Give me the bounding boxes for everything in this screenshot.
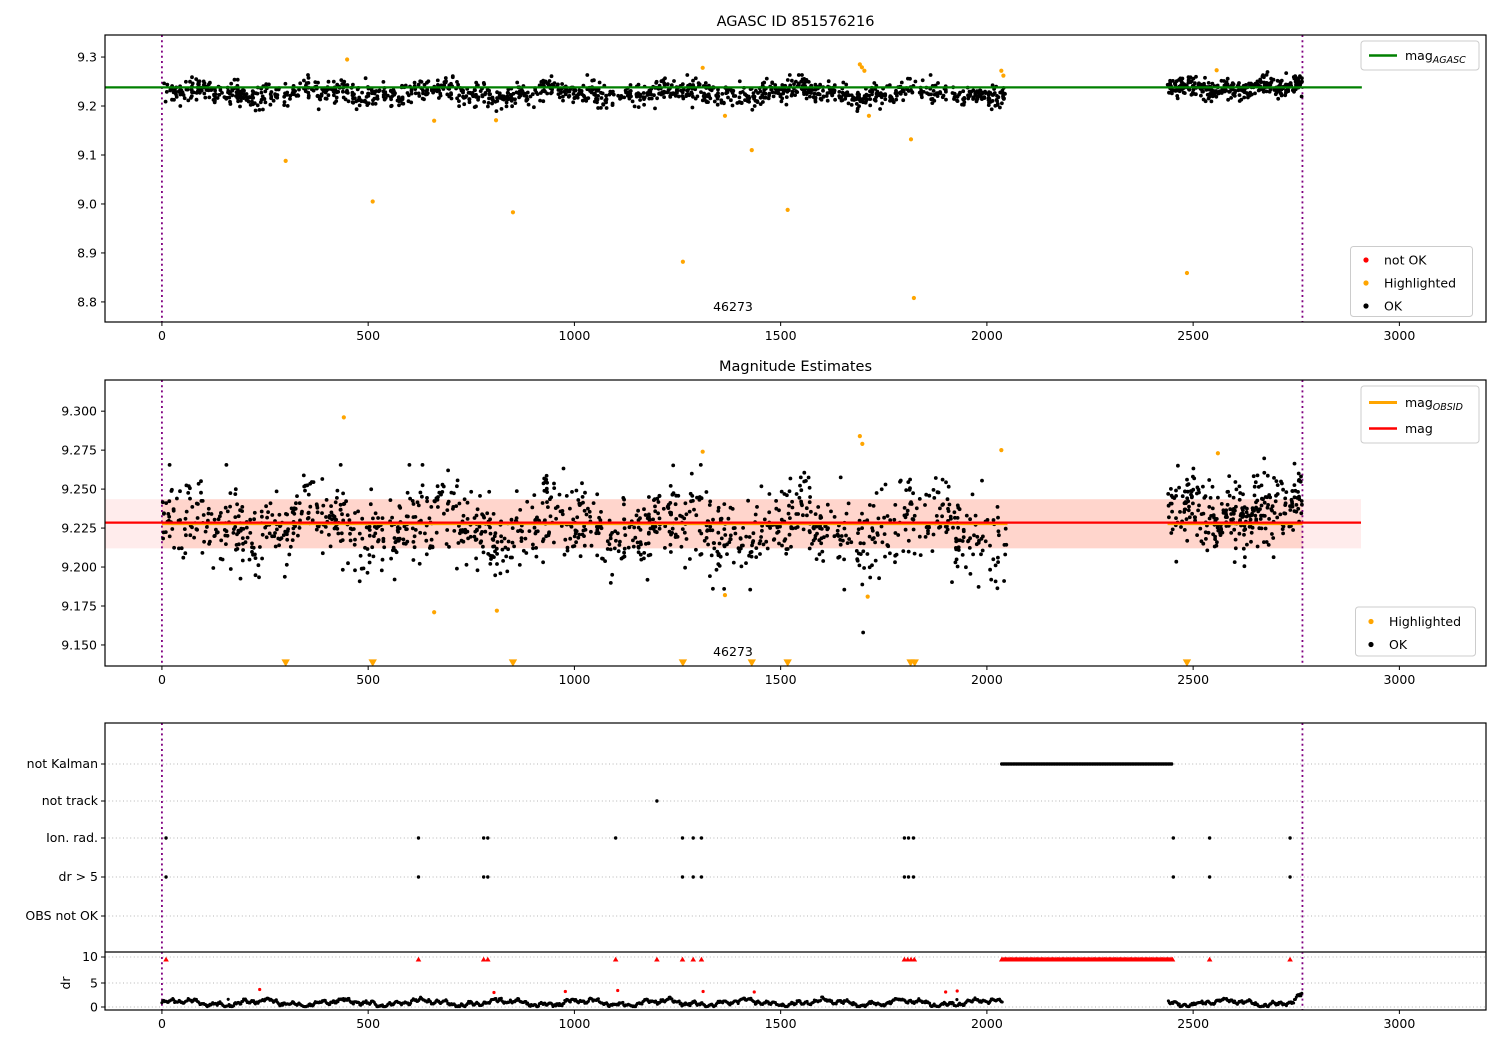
top-plot-title: AGASC ID 851576216 [717,14,875,30]
svg-text:2000: 2000 [971,1016,1003,1031]
middle-plot: 0 500 1000 1500 2000 2500 3000 9.150 9.175 9.200 9… [61,379,1487,687]
svg-text:3000: 3000 [1383,1016,1415,1031]
svg-text:1500: 1500 [765,1016,797,1031]
svg-text:1000: 1000 [559,1016,591,1031]
legend-label-ok: OK [1389,637,1408,652]
legend-label-highlighted: Highlighted [1384,276,1456,291]
svg-text:9.225: 9.225 [61,521,97,536]
svg-text:0: 0 [158,328,166,343]
figure: 0 500 1000 1500 2000 2500 3000 8.8 8.9 9.0 9.1 9.2 9… [0,0,1500,1050]
svg-text:0: 0 [158,1016,166,1031]
bottom-category-labels: not Kalman not track Ion. rad. dr > 5 OB… [25,756,98,1015]
svg-text:2000: 2000 [971,672,1003,687]
svg-text:8.9: 8.9 [77,245,97,260]
svg-text:9.250: 9.250 [61,482,97,497]
legend-label-not-ok: not OK [1384,253,1427,268]
category-obs-not-ok: OBS not OK [25,908,98,923]
dr-axis-label: dr [58,976,73,990]
svg-text:500: 500 [356,1016,380,1031]
svg-text:9.175: 9.175 [61,598,97,613]
svg-text:1000: 1000 [559,672,591,687]
top-plot: 0 500 1000 1500 2000 2500 3000 8.8 8.9 9.0 9.1 9.2 9… [77,34,1487,343]
svg-text:1500: 1500 [765,328,797,343]
category-dr-gt-5: dr > 5 [59,869,98,884]
middle-plot-title: Magnitude Estimates [719,359,872,375]
svg-text:9.0: 9.0 [77,196,97,211]
svg-text:3000: 3000 [1383,328,1415,343]
chart-canvas: 0 500 1000 1500 2000 2500 30008.88.99.09.19.29… [25,14,1487,1031]
legend-label-mag: mag [1405,421,1433,436]
svg-text:9.275: 9.275 [61,443,97,458]
svg-text:9.300: 9.300 [61,404,97,419]
middle-obsid-annotation: 46273 [713,644,753,659]
svg-text:9.3: 9.3 [77,50,97,65]
legend-label-highlighted: Highlighted [1389,614,1461,629]
top-status-legend: not OK Highlighted OK [1350,246,1473,317]
legend-notok-dot [1363,257,1369,263]
dr-tick-0: 0 [90,1000,98,1015]
svg-text:0: 0 [158,672,166,687]
svg-text:9.150: 9.150 [61,637,97,652]
svg-text:9.200: 9.200 [61,560,97,575]
svg-text:1500: 1500 [765,672,797,687]
svg-text:1000: 1000 [559,328,591,343]
legend-highlighted-dot [1368,618,1374,625]
svg-text:2000: 2000 [971,328,1003,343]
svg-text:500: 500 [356,328,380,343]
legend-label-ok: OK [1384,299,1403,314]
top-obsid-annotation: 46273 [713,299,753,314]
middle-status-legend: Highlighted OK [1355,606,1476,657]
svg-text:9.2: 9.2 [77,99,97,114]
legend-ok-dot [1368,641,1374,648]
svg-text:9.1: 9.1 [77,147,97,162]
bottom-plot: 0 500 1000 1500 2000 2500 3000 [101,722,1487,1031]
category-ion-rad: Ion. rad. [46,830,98,845]
svg-text:2500: 2500 [1177,328,1209,343]
svg-text:8.8: 8.8 [77,294,97,309]
category-not-track: not track [42,793,99,808]
dr-tick-10: 10 [82,949,98,964]
svg-text:2500: 2500 [1177,672,1209,687]
svg-text:500: 500 [356,672,380,687]
svg-text:3000: 3000 [1383,672,1415,687]
middle-maglines-legend: magOBSID mag [1360,385,1480,444]
svg-text:2500: 2500 [1177,1016,1209,1031]
dr-tick-5: 5 [90,976,98,991]
top-magline-legend: magAGASC [1360,40,1480,71]
legend-highlighted-dot [1363,280,1369,286]
legend-ok-dot [1363,303,1369,309]
category-not-kalman: not Kalman [27,756,98,771]
